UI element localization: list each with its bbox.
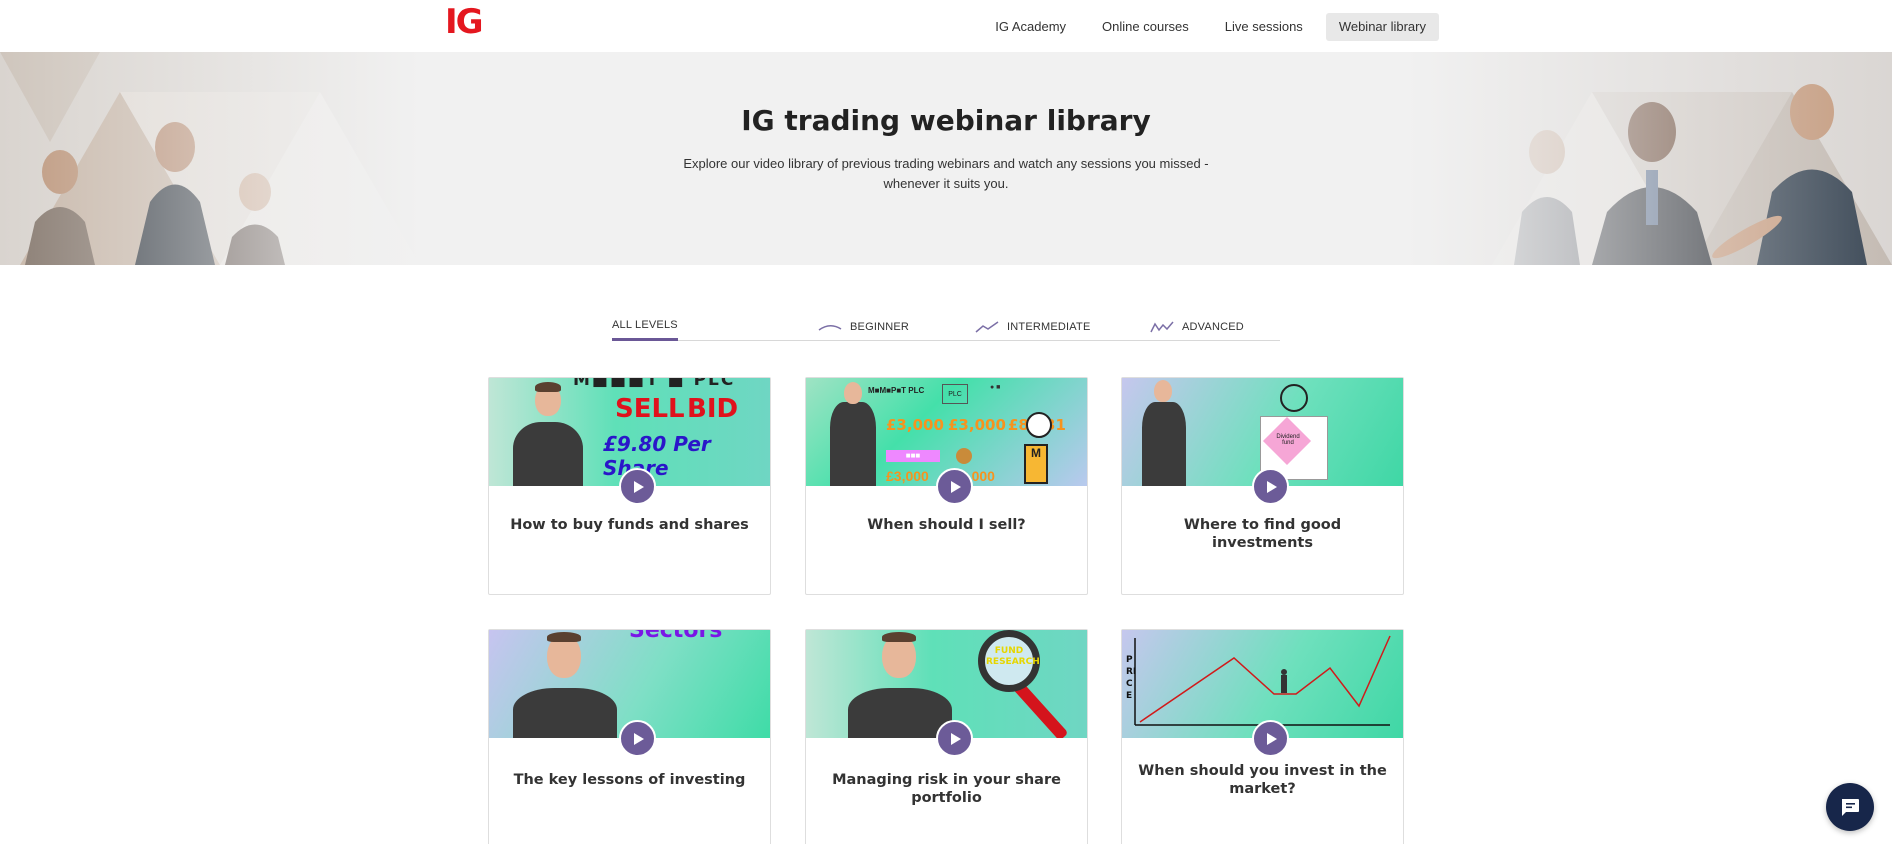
thumb-research-text: RESEARCH [986, 657, 1040, 667]
advanced-chart-icon [1150, 321, 1174, 332]
presenter-figure [507, 378, 587, 486]
webinar-card[interactable]: M■M■P■T PLC PLC ● ■ £3,000 £3,000 £8,031… [805, 377, 1088, 595]
beginner-curve-icon [818, 324, 842, 331]
play-button[interactable] [1252, 720, 1289, 757]
presenter-figure [824, 378, 882, 486]
thumb-fund-text: FUND [994, 646, 1024, 656]
presenter-figure [1134, 378, 1194, 486]
webinar-card[interactable]: Dividend fund Where to find good investm… [1121, 377, 1404, 595]
nav-link-webinar-library[interactable]: Webinar library [1325, 13, 1439, 41]
play-button[interactable] [936, 720, 973, 757]
filter-advanced-label: ADVANCED [1182, 320, 1244, 333]
top-navigation: IG IG Academy Online courses Live sessio… [0, 0, 1892, 52]
play-button[interactable] [619, 720, 656, 757]
filter-intermediate-label: INTERMEDIATE [1007, 320, 1091, 333]
thumb-price-axis-label: PRICE [1126, 655, 1137, 701]
thumb-sell-text: SELL [615, 394, 685, 424]
nav-link-live-sessions[interactable]: Live sessions [1212, 13, 1316, 41]
hero-banner: IG trading webinar library Explore our v… [0, 52, 1892, 265]
thumb-bid-text: BID [687, 394, 739, 424]
filter-all-levels[interactable]: ALL LEVELS [612, 312, 678, 341]
filter-beginner-label: BEGINNER [850, 320, 910, 333]
webinar-title: Managing risk in your share portfolio [832, 772, 1061, 806]
hero-audience-image-right [1352, 52, 1892, 265]
filter-all-levels-label: ALL LEVELS [612, 319, 678, 331]
thumb-amount-1: £3,000 [886, 416, 944, 434]
webinar-title: When should I sell? [867, 517, 1026, 533]
play-button[interactable] [936, 468, 973, 505]
filter-advanced[interactable]: ADVANCED [1150, 312, 1244, 341]
webinar-title: When should you invest in the market? [1138, 763, 1387, 797]
nav-link-ig-academy[interactable]: IG Academy [982, 13, 1079, 41]
page-description: Explore our video library of previous tr… [683, 156, 1209, 191]
webinar-card[interactable]: PRICE When should you invest in the mark… [1121, 629, 1404, 844]
chat-button[interactable] [1826, 783, 1874, 831]
webinar-card[interactable]: FUND RESEARCH Managing risk in your shar… [805, 629, 1088, 844]
page-title: IG trading webinar library [741, 104, 1151, 137]
webinar-card[interactable]: M■■■T ■ PLC SELL BID £9.80 Per Share How… [488, 377, 771, 595]
webinar-title: How to buy funds and shares [510, 517, 749, 533]
thumb-sectors-text: Sectors [629, 630, 723, 643]
filter-intermediate[interactable]: INTERMEDIATE [975, 312, 1090, 341]
chat-bubble-icon [1842, 799, 1859, 816]
play-button[interactable] [619, 468, 656, 505]
hero-audience-image-left [0, 52, 420, 265]
nav-links: IG Academy Online courses Live sessions … [982, 13, 1439, 41]
ig-logo[interactable]: IG [445, 2, 484, 42]
intermediate-chart-icon [975, 320, 999, 333]
filter-beginner[interactable]: BEGINNER [818, 312, 909, 341]
level-filter-tabs: ALL LEVELS BEGINNER INTERMEDIATE ADVANCE… [612, 312, 1280, 341]
webinar-title: Where to find good investments [1183, 517, 1342, 551]
presenter-figure [509, 630, 621, 738]
play-button[interactable] [1252, 468, 1289, 505]
presenter-figure [844, 630, 956, 738]
webinar-title: The key lessons of investing [513, 772, 746, 788]
thumb-dividend-text: Dividend fund [1276, 434, 1300, 446]
thumb-amount-2: £3,000 [948, 416, 1006, 434]
nav-link-online-courses[interactable]: Online courses [1089, 13, 1202, 41]
webinar-card[interactable]: Sectors The key lessons of investing [488, 629, 771, 844]
